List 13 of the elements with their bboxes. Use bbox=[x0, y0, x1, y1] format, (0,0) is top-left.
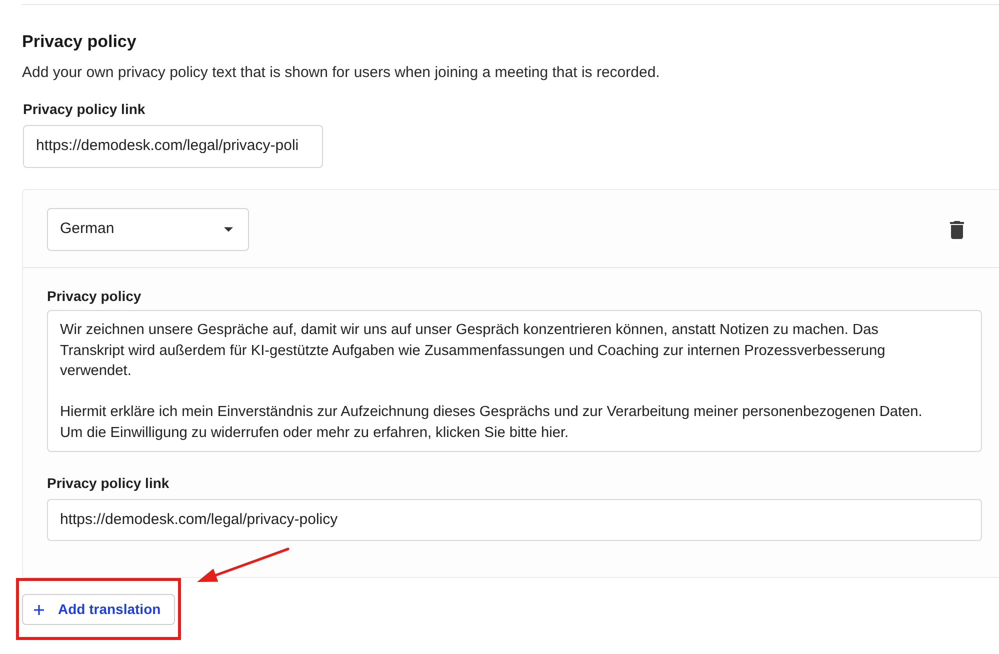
caret-down-icon bbox=[224, 227, 233, 232]
policy-textarea[interactable]: Wir zeichnen unsere Gespräche auf, damit wir uns auf unser Gespräch konzentrieren können, anstatt Notizen zu machen. Das Transkript wird außerdem für KI-gestützte Aufgaben wie Zusammenfassungen und Coaching zur internen Prozessverbesserung verwendet. Hiermit erkläre ich mein Einverständnis zur Aufzeichnung dieses Gesprächs und zur Verarbeitung meiner personenbezogenen Daten. Um die Einwilligung zu widerrufen oder mehr zu erfahren, klicken Sie bitte hier. bbox=[47, 310, 982, 452]
link-input[interactable]: https://demodesk.com/legal/privacy-poli bbox=[23, 125, 323, 168]
add-translation-button[interactable]: Add translation bbox=[22, 594, 175, 625]
link-input[interactable]: https://demodesk.com/legal/privacy-policy bbox=[47, 499, 982, 541]
trash-icon[interactable] bbox=[950, 220, 964, 238]
field-label: Privacy policy bbox=[47, 287, 142, 305]
plus-icon bbox=[34, 604, 44, 614]
section-description: Add your own privacy policy text that is shown for users when joining a meeting that is recorded. bbox=[22, 64, 660, 82]
field-label: Privacy policy link bbox=[23, 100, 146, 118]
language-select[interactable]: German bbox=[47, 208, 249, 251]
section-title: Privacy policy bbox=[22, 31, 136, 53]
field-label: Privacy policy link bbox=[47, 474, 170, 492]
